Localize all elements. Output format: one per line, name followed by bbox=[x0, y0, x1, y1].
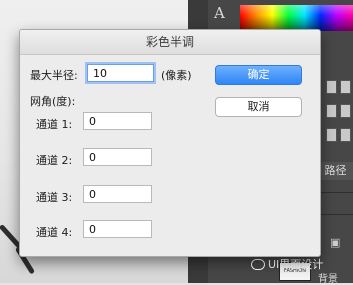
wechat-logo-icon bbox=[251, 258, 265, 270]
adjustment-icons bbox=[326, 128, 353, 142]
channel-4-label: 通道 4: bbox=[36, 226, 73, 239]
max-radius-input[interactable] bbox=[87, 64, 154, 82]
channel-1-input[interactable] bbox=[83, 112, 152, 130]
watermark-text: UI界面设计 bbox=[268, 258, 324, 271]
adjustment-icons bbox=[326, 104, 353, 118]
channel-2-input[interactable] bbox=[83, 148, 152, 166]
adjustment-icon[interactable] bbox=[340, 80, 351, 94]
channel-4-input[interactable] bbox=[83, 220, 152, 238]
max-radius-label: 最大半径: bbox=[30, 69, 78, 82]
pixels-unit-label: (像素) bbox=[161, 69, 192, 82]
adjustment-icon[interactable] bbox=[326, 128, 337, 142]
adjustment-icon[interactable] bbox=[340, 128, 351, 142]
adjustment-icon[interactable] bbox=[326, 104, 337, 118]
color-spectrum-bar[interactable] bbox=[240, 5, 353, 31]
channel-2-label: 通道 2: bbox=[36, 154, 73, 167]
watermark: UI界面设计 bbox=[251, 256, 323, 272]
color-halftone-dialog: 彩色半调 最大半径: (像素) 网角(度): 通道 1: 通道 2: 通道 3:… bbox=[19, 29, 321, 257]
screen-angles-label: 网角(度): bbox=[30, 95, 76, 108]
ok-button[interactable]: 确定 bbox=[215, 65, 302, 85]
channel-3-input[interactable] bbox=[83, 185, 152, 203]
dialog-title[interactable]: 彩色半调 bbox=[20, 30, 320, 55]
tab-paths[interactable]: 路径 bbox=[318, 162, 353, 180]
adjustment-icon[interactable] bbox=[326, 80, 337, 94]
character-tool-icon[interactable]: A bbox=[214, 4, 225, 22]
lock-icon[interactable]: ▣ bbox=[330, 236, 340, 249]
channel-1-label: 通道 1: bbox=[36, 118, 73, 131]
cancel-button[interactable]: 取消 bbox=[215, 97, 302, 117]
adjustment-icon[interactable] bbox=[340, 104, 351, 118]
adjustment-icons bbox=[326, 80, 353, 94]
channel-3-label: 通道 3: bbox=[36, 191, 73, 204]
